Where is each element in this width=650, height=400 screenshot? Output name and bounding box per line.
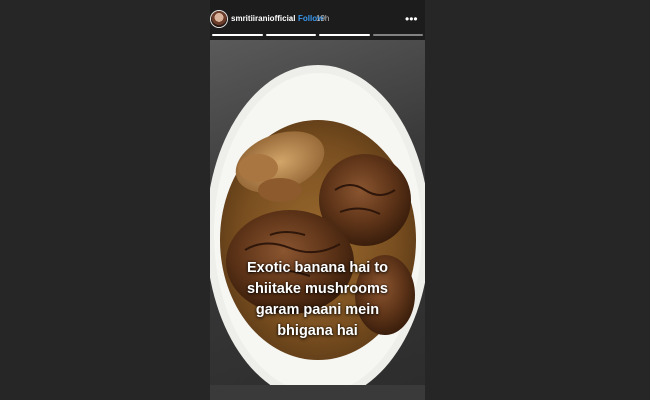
more-horizontal-icon[interactable]: ••• (405, 10, 418, 28)
caption-line: bhigana hai (277, 323, 358, 339)
separator-dot: • (290, 14, 293, 23)
progress-segment (265, 34, 316, 36)
progress-segment (212, 34, 263, 36)
photo-illustration (210, 65, 425, 400)
caption-line: garam paani mein (255, 302, 380, 318)
progress-segment (372, 34, 423, 36)
progress-segment (319, 34, 370, 36)
caption-line: shiitake mushrooms (246, 281, 388, 297)
story-timestamp: 19h (316, 14, 330, 23)
story-viewer[interactable]: smritiiraniofficial • Follow 19h ••• Exo… (210, 0, 425, 400)
story-photo-mushrooms-in-bowl (210, 40, 425, 400)
caption-line: Exotic banana hai to (247, 260, 388, 276)
story-header: smritiiraniofficial • Follow 19h ••• (210, 10, 425, 30)
avatar[interactable] (211, 11, 227, 27)
username-link[interactable]: smritiiraniofficial (231, 14, 295, 23)
story-caption: Exotic banana hai to shiitake mushrooms … (210, 258, 425, 342)
story-progress-bar (212, 34, 423, 36)
